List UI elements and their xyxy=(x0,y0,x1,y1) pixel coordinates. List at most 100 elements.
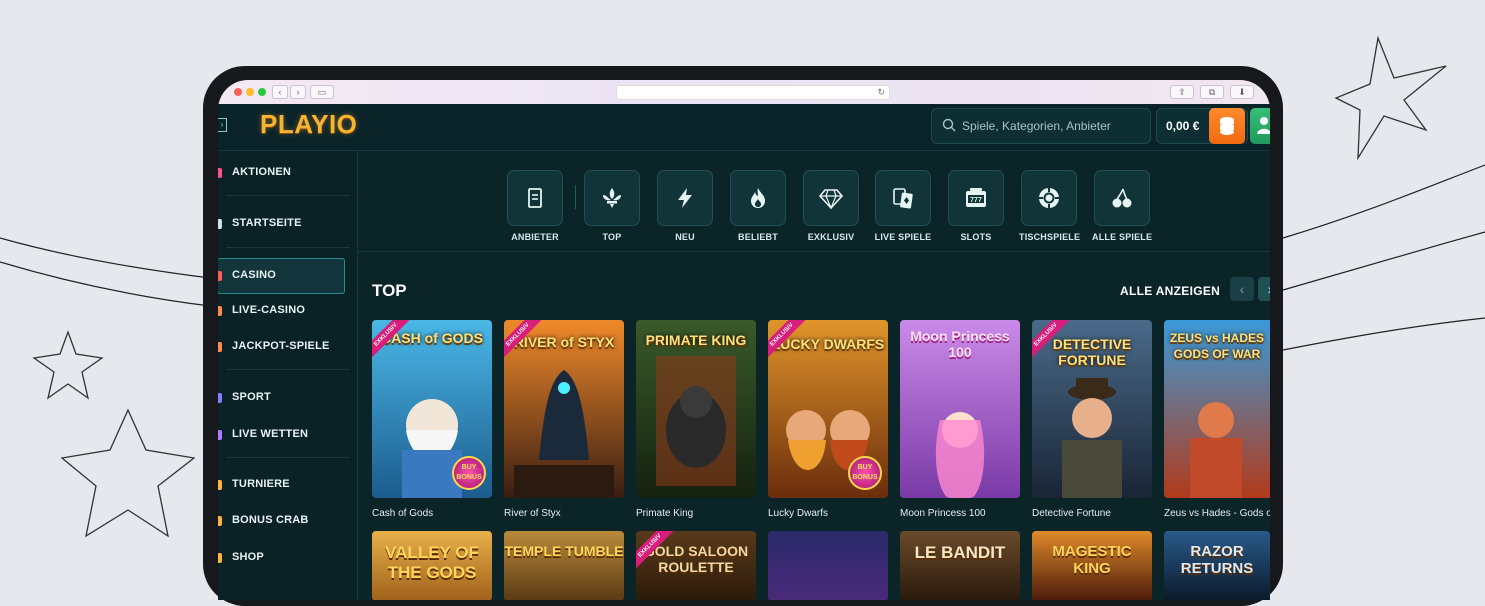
window-zoom-dot[interactable] xyxy=(258,88,266,96)
category-anbieter[interactable]: ANBIETER xyxy=(505,170,565,242)
star-icon xyxy=(1334,35,1447,161)
game-tile-magestic-king[interactable]: MAGESTIC KING xyxy=(1032,531,1152,600)
game-tile-zeus-vs-hades[interactable]: ZEUS vs HADES GODS OF WAR xyxy=(1164,320,1270,498)
casino-icon xyxy=(218,271,222,281)
see-all-link[interactable]: ALLE ANZEIGEN xyxy=(1120,284,1220,298)
sidebar-item-sport[interactable]: SPORT xyxy=(218,381,344,415)
downloads-button[interactable]: ⬇ xyxy=(1230,85,1254,99)
main-content: ANBIETER TOP NEU BELIEBT EXKLUSIV LIVE S… xyxy=(358,151,1270,600)
game-tile-primate-king[interactable]: PRIMATE KING xyxy=(636,320,756,498)
site-header: › PLAYIO Spiele, Kategorien, Anbieter 0,… xyxy=(218,104,1270,151)
star-icon xyxy=(60,408,196,538)
window-minimize-dot[interactable] xyxy=(246,88,254,96)
site-logo[interactable]: PLAYIO xyxy=(260,109,357,140)
game-art-title: LE BANDIT xyxy=(914,543,1006,562)
deposit-button[interactable] xyxy=(1209,108,1245,144)
user-icon xyxy=(1257,117,1270,134)
category-slots[interactable]: 777 SLOTS xyxy=(946,170,1006,242)
sidebar-item-label: SHOP xyxy=(232,551,264,563)
provider-icon xyxy=(528,188,542,208)
deco-line xyxy=(1282,164,1485,239)
star-icon xyxy=(32,330,104,400)
sidebar-item-label: AKTIONEN xyxy=(232,166,292,178)
sidebar: AKTIONEN STARTSEITE CASINO LIVE-CASINO J… xyxy=(218,151,358,600)
category-label: NEU xyxy=(675,232,695,242)
sidebar-item-casino[interactable]: CASINO xyxy=(218,258,345,294)
tabs-button[interactable]: ⧉ xyxy=(1200,85,1224,99)
game-tile-cash-of-gods[interactable]: CASH of GODS EXKLUSIV BUY BONUS xyxy=(372,320,492,498)
game-name[interactable]: River of Styx xyxy=(504,508,561,519)
deco-line xyxy=(0,261,211,307)
menu-toggle-icon[interactable]: › xyxy=(218,118,227,132)
buy-bonus-badge: BUY BONUS xyxy=(848,456,882,490)
game-art-title: MAGESTIC KING xyxy=(1052,543,1132,577)
live-betting-icon xyxy=(218,430,222,440)
carousel-next-button[interactable]: › xyxy=(1258,277,1270,301)
game-name[interactable]: Primate King xyxy=(636,508,693,519)
sidebar-item-bonus-crab[interactable]: BONUS CRAB xyxy=(218,504,344,538)
category-tile: 777 xyxy=(948,170,1004,226)
game-tile[interactable] xyxy=(768,531,888,600)
sidebar-item-live-wetten[interactable]: LIVE WETTEN xyxy=(218,418,344,452)
live-casino-icon xyxy=(218,306,222,316)
sidebar-item-jackpot-spiele[interactable]: JACKPOT-SPIELE xyxy=(218,330,344,364)
category-tile xyxy=(875,170,931,226)
trophy-icon xyxy=(218,480,222,490)
game-tile-le-bandit[interactable]: LE BANDIT xyxy=(900,531,1020,600)
category-beliebt[interactable]: BELIEBT xyxy=(728,170,788,242)
category-label: EXKLUSIV xyxy=(807,232,855,242)
game-name[interactable]: Detective Fortune xyxy=(1032,508,1111,519)
game-tile-razor-returns[interactable]: RAZOR RETURNS xyxy=(1164,531,1270,600)
game-tile-temple-tumble[interactable]: TEMPLE TUMBLE xyxy=(504,531,624,600)
forward-button[interactable]: › xyxy=(290,85,306,99)
game-tile-moon-princess-100[interactable]: Moon Princess 100 xyxy=(900,320,1020,498)
category-tile xyxy=(1094,170,1150,226)
category-tile xyxy=(730,170,786,226)
cards-icon xyxy=(893,188,913,209)
shop-icon xyxy=(218,553,222,563)
account-button[interactable] xyxy=(1250,108,1270,144)
game-artwork xyxy=(656,356,736,486)
share-button[interactable]: ⇪ xyxy=(1170,85,1194,99)
category-label: ALLE SPIELE xyxy=(1092,232,1153,242)
game-tile-gold-saloon-roulette[interactable]: GOLD SALOON ROULETTE EXKLUSIV xyxy=(636,531,756,600)
wallet: 0,00 € xyxy=(1156,108,1248,144)
category-neu[interactable]: NEU xyxy=(655,170,715,242)
sidebar-item-shop[interactable]: SHOP xyxy=(218,541,344,575)
game-tile-detective-fortune[interactable]: DETECTIVE FORTUNE EXKLUSIV xyxy=(1032,320,1152,498)
search-box[interactable]: Spiele, Kategorien, Anbieter xyxy=(931,108,1151,144)
search-input[interactable]: Spiele, Kategorien, Anbieter xyxy=(962,119,1111,133)
carousel-prev-button[interactable]: ‹ xyxy=(1230,277,1254,301)
sidebar-toggle-button[interactable]: ▭ xyxy=(310,85,334,99)
sidebar-item-startseite[interactable]: STARTSEITE xyxy=(218,207,344,241)
game-name[interactable]: Cash of Gods xyxy=(372,508,433,519)
chip-icon xyxy=(1039,188,1059,208)
deco-line xyxy=(0,237,211,279)
back-button[interactable]: ‹ xyxy=(272,85,288,99)
game-tile-lucky-dwarfs[interactable]: LUCKY DWARFS EXKLUSIV BUY BONUS xyxy=(768,320,888,498)
sidebar-divider xyxy=(226,247,350,248)
category-label: SLOTS xyxy=(960,232,992,242)
diamond-icon xyxy=(819,189,843,210)
category-live-spiele[interactable]: LIVE SPIELE xyxy=(873,170,933,242)
flame-icon xyxy=(751,188,765,208)
sidebar-item-aktionen[interactable]: AKTIONEN xyxy=(218,156,344,190)
category-exklusiv[interactable]: EXKLUSIV xyxy=(801,170,861,242)
reload-icon[interactable]: ↻ xyxy=(877,86,885,99)
category-top[interactable]: TOP xyxy=(582,170,642,242)
game-name[interactable]: Lucky Dwarfs xyxy=(768,508,828,519)
sidebar-item-turniere[interactable]: TURNIERE xyxy=(218,468,344,502)
game-tile-river-of-styx[interactable]: RIVER of STYX EXKLUSIV xyxy=(504,320,624,498)
category-divider xyxy=(575,185,576,209)
chevron-left-icon: ‹ xyxy=(1239,281,1245,297)
game-tile-valley-of-the-gods[interactable]: VALLEY OF THE GODS xyxy=(372,531,492,600)
game-name[interactable]: Zeus vs Hades - Gods of War xyxy=(1164,508,1270,519)
address-bar[interactable]: ↻ xyxy=(616,85,890,100)
window-close-dot[interactable] xyxy=(234,88,242,96)
sidebar-item-live-casino[interactable]: LIVE-CASINO xyxy=(218,294,344,328)
sidebar-item-label: LIVE WETTEN xyxy=(232,428,309,440)
game-name[interactable]: Moon Princess 100 xyxy=(900,508,986,519)
category-tischspiele[interactable]: TISCHSPIELE xyxy=(1019,170,1080,242)
sport-icon xyxy=(218,393,222,403)
category-alle-spiele[interactable]: ALLE SPIELE xyxy=(1092,170,1152,242)
